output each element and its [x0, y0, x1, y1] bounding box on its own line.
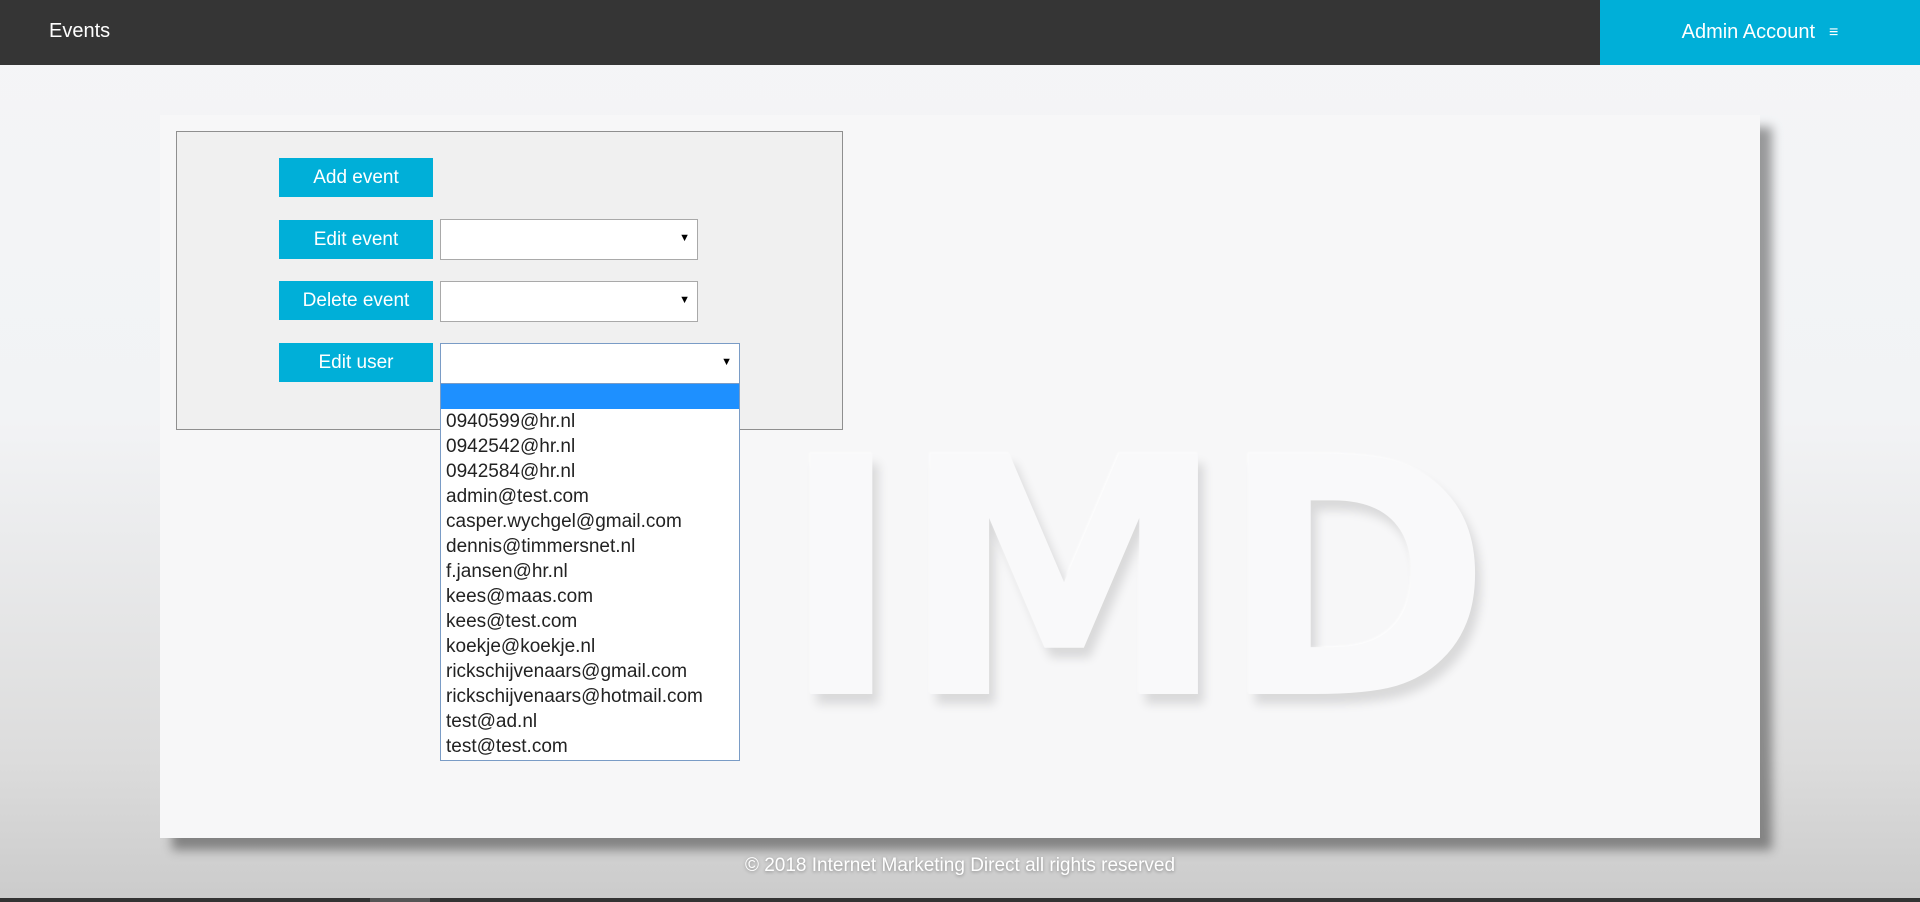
dropdown-option[interactable]: dennis@timmersnet.nl — [441, 534, 739, 559]
dropdown-option[interactable]: kees@maas.com — [441, 584, 739, 609]
dropdown-option[interactable]: 0940599@hr.nl — [441, 409, 739, 434]
edit-user-dropdown-list[interactable]: 0940599@hr.nl 0942542@hr.nl 0942584@hr.nl a… — [440, 384, 740, 761]
add-event-button[interactable]: Add event — [279, 158, 433, 197]
chevron-down-icon: ▼ — [721, 356, 732, 368]
chevron-down-icon: ▼ — [679, 294, 690, 306]
dropdown-option[interactable]: koekje@koekje.nl — [441, 634, 739, 659]
dropdown-option[interactable]: test@ad.nl — [441, 709, 739, 734]
watermark-letters-md: MD — [900, 388, 1492, 772]
window-bottom-edge-segment — [370, 898, 430, 902]
dropdown-option[interactable]: kees@test.com — [441, 609, 739, 634]
dropdown-option[interactable]: casper.wychgel@gmail.com — [441, 509, 739, 534]
edit-event-select[interactable]: ▼ — [440, 219, 698, 260]
top-navigation-bar: Events Admin Account ≡ — [0, 0, 1920, 65]
dropdown-option[interactable]: f.jansen@hr.nl — [441, 559, 739, 584]
footer-copyright: © 2018 Internet Marketing Direct all rig… — [744, 855, 1176, 876]
dropdown-option[interactable]: admin@test.com — [441, 484, 739, 509]
watermark-letter-i: I — [780, 388, 903, 772]
page-title: Events — [49, 20, 111, 42]
chevron-down-icon: ▼ — [679, 232, 690, 244]
imd-watermark-logo: I MD — [780, 415, 1492, 745]
dropdown-option[interactable]: test@test.com — [441, 734, 739, 759]
account-label: Admin Account — [1681, 21, 1816, 43]
edit-event-button[interactable]: Edit event — [279, 220, 433, 259]
delete-event-button[interactable]: Delete event — [279, 281, 433, 320]
hamburger-menu-icon: ≡ — [1829, 23, 1839, 41]
admin-account-menu-button[interactable]: Admin Account ≡ — [1600, 0, 1920, 65]
window-bottom-edge — [0, 898, 1920, 902]
dropdown-option[interactable]: 0942584@hr.nl — [441, 459, 739, 484]
dropdown-option[interactable]: rickschijvenaars@gmail.com — [441, 659, 739, 684]
dropdown-option[interactable]: rickschijvenaars@hotmail.com — [441, 684, 739, 709]
dropdown-option[interactable]: 0942542@hr.nl — [441, 434, 739, 459]
dropdown-option-empty-selected[interactable] — [441, 384, 739, 409]
edit-user-select[interactable]: ▼ — [440, 343, 740, 384]
delete-event-select[interactable]: ▼ — [440, 281, 698, 322]
edit-user-button[interactable]: Edit user — [279, 343, 433, 382]
